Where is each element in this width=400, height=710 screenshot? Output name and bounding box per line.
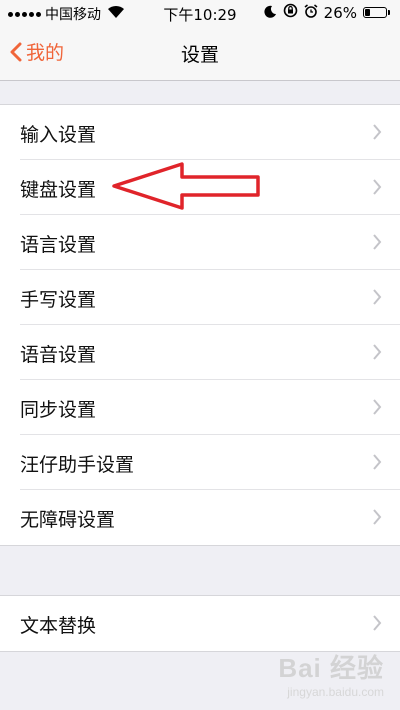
chevron-right-icon xyxy=(373,509,382,525)
settings-row-input[interactable]: 输入设置 xyxy=(0,105,400,160)
row-label: 文本替换 xyxy=(20,615,97,637)
chevron-right-icon xyxy=(373,615,382,631)
settings-row-language[interactable]: 语言设置 xyxy=(0,215,400,270)
battery-icon xyxy=(363,7,390,18)
status-bar-right: 26% xyxy=(264,3,390,22)
chevron-right-icon xyxy=(373,399,382,415)
row-label: 手写设置 xyxy=(20,289,97,311)
watermark: Bai 经验 jingyan.baidu.com xyxy=(278,648,384,699)
settings-row-sync[interactable]: 同步设置 xyxy=(0,380,400,435)
settings-row-voice[interactable]: 语音设置 xyxy=(0,325,400,380)
chevron-right-icon xyxy=(373,179,382,195)
row-label: 无障碍设置 xyxy=(20,509,116,531)
moon-icon xyxy=(264,4,277,22)
battery-fill xyxy=(365,9,370,16)
chevron-right-icon xyxy=(373,344,382,360)
chevron-right-icon xyxy=(373,454,382,470)
chevron-right-icon xyxy=(373,289,382,305)
watermark-brand: Bai 经验 xyxy=(278,653,384,683)
navigation-bar: 我的 设置 xyxy=(0,26,400,81)
watermark-url: jingyan.baidu.com xyxy=(287,685,384,699)
row-label: 语音设置 xyxy=(20,344,97,366)
alarm-icon xyxy=(304,3,318,22)
page-title: 设置 xyxy=(180,44,219,66)
settings-row-accessibility[interactable]: 无障碍设置 xyxy=(0,490,400,545)
chevron-right-icon xyxy=(373,234,382,250)
row-label: 汪仔助手设置 xyxy=(20,454,135,476)
row-label: 同步设置 xyxy=(20,399,97,421)
settings-row-assistant[interactable]: 汪仔助手设置 xyxy=(0,435,400,490)
settings-group-text: 文本替换 xyxy=(0,595,400,652)
chevron-right-icon xyxy=(373,124,382,140)
settings-row-text-replacement[interactable]: 文本替换 xyxy=(0,596,400,651)
row-label: 语言设置 xyxy=(20,234,97,256)
settings-row-handwriting[interactable]: 手写设置 xyxy=(0,270,400,325)
battery-percent: 26% xyxy=(323,3,357,22)
rotation-lock-icon xyxy=(283,3,298,22)
annotation-arrow-icon xyxy=(112,162,260,210)
row-label: 输入设置 xyxy=(20,124,97,146)
row-label: 键盘设置 xyxy=(20,179,97,201)
status-bar: 中国移动 下午10:29 26% xyxy=(0,0,400,26)
